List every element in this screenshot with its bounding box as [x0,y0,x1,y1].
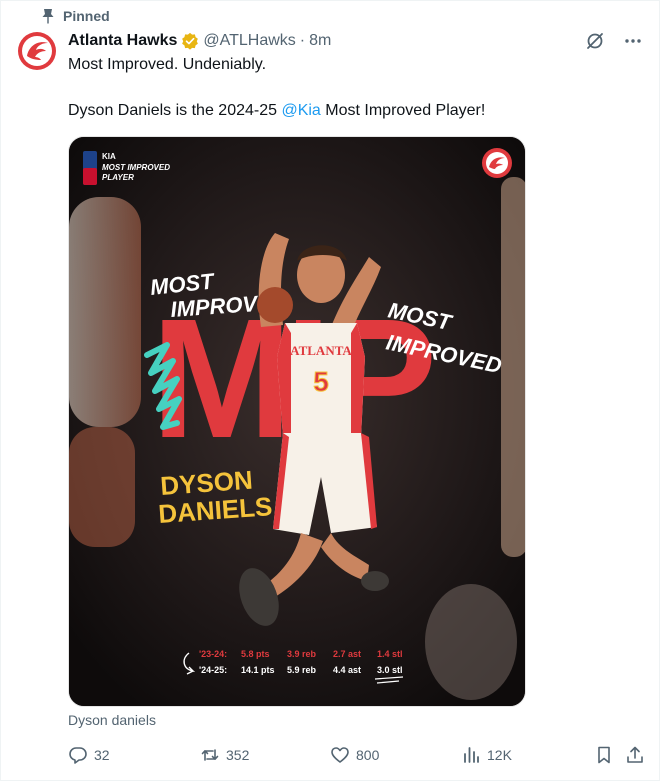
stats-row-1-reb: 3.9 reb [287,649,317,659]
stats-row-2-ast: 4.4 ast [333,665,361,675]
bookmark-icon [598,746,610,764]
tweet-actions: 32 352 800 12K [68,745,648,767]
heart-icon [331,747,349,763]
blurred-shoe-right [425,584,517,700]
mip-graphic: KIA MOST IMPROVED PLAYER MIP MOST IMPROV… [69,137,525,706]
blurred-leg-left [69,427,135,547]
stats-row-1-stl: 1.4 stl [377,649,403,659]
author-handle[interactable]: @ATLHawks [203,31,295,51]
repost-button[interactable]: 352 [200,745,249,765]
bookmark-button[interactable] [594,745,614,765]
blurred-arm-right [501,177,525,557]
badge-line-2: PLAYER [102,173,134,182]
reply-count: 32 [94,747,110,763]
like-button[interactable]: 800 [330,745,379,765]
stats-row-1-ast: 2.7 ast [333,649,361,659]
jersey-text: ATLANTA [290,343,352,358]
views-button[interactable]: 12K [461,745,512,765]
stats-row-2-season: '24-25: [199,665,227,675]
tweet-media-image[interactable]: KIA MOST IMPROVED PLAYER MIP MOST IMPROV… [68,136,526,707]
stats-row-2-reb: 5.9 reb [287,665,317,675]
badge-line-1: MOST IMPROVED [102,163,170,172]
header-actions [585,31,643,51]
reply-icon [69,747,87,764]
separator-dot: · [299,32,306,49]
svg-text:KIA: KIA [102,152,116,161]
pin-icon [42,9,54,24]
tweet-header: Atlanta Hawks @ATLHawks · 8m [68,31,331,51]
share-button[interactable] [625,745,645,765]
like-count: 800 [356,747,380,763]
more-options-icon[interactable] [623,31,643,51]
kia-mention-link[interactable]: @Kia [281,102,320,119]
media-caption: Dyson daniels [68,712,156,728]
author-name[interactable]: Atlanta Hawks [68,31,177,51]
tweet-text-line-1: Most Improved. Undeniably. [68,56,267,73]
tweet-text-before-mention: Dyson Daniels is the 2024-25 [68,102,282,119]
stats-row-2-stl: 3.0 stl [377,665,403,675]
stats-row-2-pts: 14.1 pts [241,665,275,675]
pinned-indicator: Pinned [41,8,110,24]
views-count: 12K [487,747,512,763]
verified-badge-icon[interactable] [181,32,199,50]
stats-row-1-pts: 5.8 pts [241,649,270,659]
hawks-logo-icon [18,32,56,70]
tweet-card[interactable]: Pinned Atlanta Hawks @ATLHawks · 8m Most [0,0,660,781]
jersey-number: 5 [313,366,329,397]
reply-button[interactable]: 32 [68,745,110,765]
avatar[interactable] [17,31,57,71]
tweet-text-line-2: Dyson Daniels is the 2024-25 @Kia Most I… [68,101,638,121]
tweet-text-after-mention: Most Improved Player! [320,102,486,119]
blurred-arm-left [69,197,141,427]
stats-row-1-season: '23-24: [199,649,227,659]
repost-icon [201,749,219,761]
hawks-media-logo [482,148,512,178]
repost-count: 352 [226,747,250,763]
share-icon [627,746,643,763]
grok-icon[interactable] [585,31,605,51]
tweet-timestamp[interactable]: 8m [309,31,331,51]
views-chart-icon [464,747,479,763]
pinned-label: Pinned [63,8,110,24]
